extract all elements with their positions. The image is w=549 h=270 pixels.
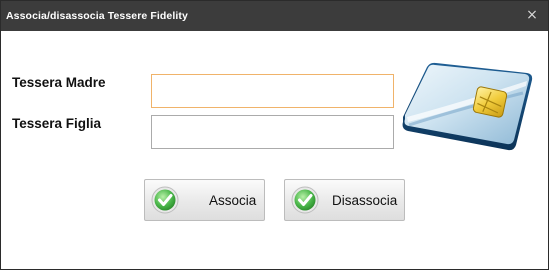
fidelity-card-icon bbox=[402, 62, 533, 151]
disassocia-label: Disassocia bbox=[332, 193, 398, 208]
dialog-window: Associa/disassocia Tessere Fidelity × Te… bbox=[0, 0, 549, 270]
tessera-figlia-input[interactable] bbox=[152, 116, 393, 148]
disassocia-button[interactable]: Disassocia bbox=[284, 179, 405, 221]
close-icon[interactable]: × bbox=[523, 6, 541, 24]
check-icon bbox=[151, 186, 179, 214]
tessera-madre-label: Tessera Madre bbox=[12, 75, 106, 90]
tessera-madre-field[interactable] bbox=[151, 74, 394, 108]
title-bar: Associa/disassocia Tessere Fidelity × bbox=[1, 1, 548, 31]
check-icon bbox=[291, 186, 319, 214]
tessera-madre-input[interactable] bbox=[152, 75, 393, 107]
associa-label: Associa bbox=[209, 193, 257, 208]
associa-button[interactable]: Associa bbox=[144, 179, 265, 221]
tessera-figlia-label: Tessera Figlia bbox=[12, 116, 102, 131]
window-title: Associa/disassocia Tessere Fidelity bbox=[6, 10, 188, 22]
tessera-figlia-field[interactable] bbox=[151, 115, 394, 149]
